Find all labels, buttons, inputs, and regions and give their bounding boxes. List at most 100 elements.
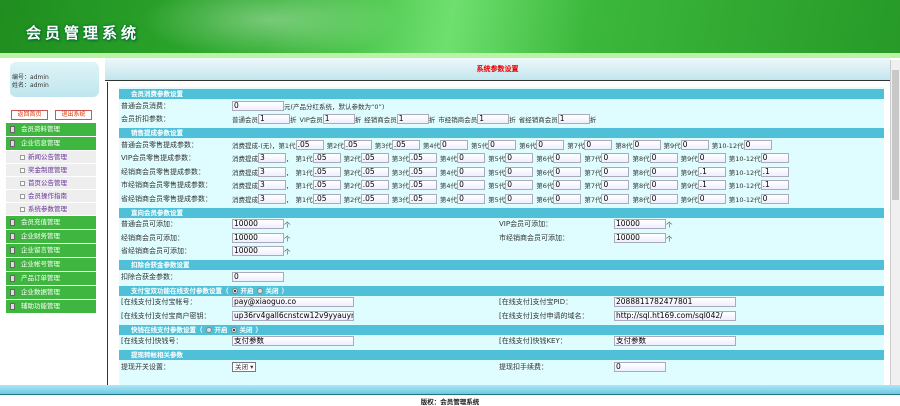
param-input[interactable]: 3 <box>258 193 286 204</box>
param-input[interactable]: 1 <box>557 114 590 125</box>
param-input[interactable]: .1 <box>760 166 789 177</box>
param-input[interactable]: 支付参数 <box>614 336 736 347</box>
param-input[interactable]: 0 <box>601 153 630 164</box>
sidebar-item[interactable]: 企业财务管理 <box>6 230 96 244</box>
param-input[interactable]: .05 <box>408 153 437 164</box>
param-input[interactable]: 0 <box>584 139 613 150</box>
withdraw-switch-select[interactable]: 关闭 ▾ <box>232 361 257 372</box>
param-input[interactable]: 0 <box>232 271 284 282</box>
param-input[interactable]: .05 <box>360 153 389 164</box>
param-input[interactable]: 0 <box>649 180 678 191</box>
param-input[interactable]: 0 <box>232 100 284 111</box>
param-input[interactable]: 0 <box>632 139 661 150</box>
param-input[interactable]: .05 <box>312 153 341 164</box>
field-prefix: 第4代 <box>439 195 458 204</box>
param-input[interactable]: 0 <box>601 193 630 204</box>
param-input[interactable]: 0 <box>505 153 534 164</box>
param-input[interactable]: .05 <box>360 193 389 204</box>
param-input[interactable]: 0 <box>553 153 582 164</box>
param-input[interactable]: .05 <box>312 193 341 204</box>
scrollbar[interactable] <box>890 60 900 385</box>
sidebar-item[interactable]: 会员充值管理 <box>6 216 96 230</box>
param-input[interactable]: 0 <box>505 180 534 191</box>
param-input[interactable]: 0 <box>439 139 468 150</box>
param-input[interactable]: 1 <box>477 114 510 125</box>
param-input[interactable]: 3 <box>258 153 286 164</box>
field-inputs: 关闭 ▾ <box>232 361 257 372</box>
param-input[interactable]: 0 <box>680 139 709 150</box>
param-input[interactable]: .05 <box>408 180 437 191</box>
param-input[interactable]: 10000 <box>614 219 666 230</box>
param-input[interactable]: http://sql.ht169.com/sql042/ <box>614 310 736 321</box>
param-input[interactable]: 0 <box>457 166 486 177</box>
param-input[interactable]: 0 <box>760 193 789 204</box>
radio-enable[interactable] <box>205 326 212 333</box>
param-input[interactable]: 0 <box>601 166 630 177</box>
param-input[interactable]: 1 <box>396 114 429 125</box>
param-input[interactable]: 0 <box>536 139 565 150</box>
param-input[interactable]: 0 <box>614 361 666 372</box>
sidebar-item[interactable]: 产品订单管理 <box>6 272 96 286</box>
sidebar-item[interactable]: 企业信息管理 <box>6 137 96 151</box>
param-input[interactable]: 10000 <box>232 232 284 243</box>
param-input[interactable]: 0 <box>760 153 789 164</box>
sidebar-item[interactable]: 企业数据管理 <box>6 286 96 300</box>
sidebar-subitem[interactable]: 新闻公告管理 <box>6 151 96 164</box>
param-input[interactable]: up36rv4gall6cnstcw12v9yyauym1609 <box>232 310 354 321</box>
param-input[interactable]: 1 <box>322 114 355 125</box>
param-input[interactable]: 0 <box>553 193 582 204</box>
sidebar-subitem[interactable]: 首页公告管理 <box>6 177 96 190</box>
param-input[interactable]: 0 <box>649 193 678 204</box>
sidebar-item[interactable]: 辅助功能管理 <box>6 300 96 314</box>
param-input[interactable]: 2088811782477801 <box>614 297 736 308</box>
param-input[interactable]: .05 <box>360 180 389 191</box>
param-input[interactable]: 0 <box>457 193 486 204</box>
param-input[interactable]: 0 <box>505 193 534 204</box>
param-input[interactable]: 3 <box>258 166 286 177</box>
sidebar-item[interactable]: 会员资料管理 <box>6 123 96 137</box>
param-input[interactable]: .05 <box>312 180 341 191</box>
logout-button[interactable]: 退出系统 <box>55 110 92 120</box>
param-input[interactable]: .05 <box>408 193 437 204</box>
field-group: 第8代 0 <box>632 180 678 191</box>
param-input[interactable]: 10000 <box>232 246 284 257</box>
param-input[interactable]: 0 <box>649 166 678 177</box>
sidebar-item[interactable]: 企业帐号管理 <box>6 258 96 272</box>
home-button[interactable]: 返回首页 <box>11 110 48 120</box>
param-input[interactable]: .05 <box>360 166 389 177</box>
param-input[interactable]: .1 <box>697 180 726 191</box>
param-input[interactable]: pay@xiaoguo.co <box>232 297 354 308</box>
param-input[interactable]: 0 <box>505 166 534 177</box>
param-input[interactable]: .1 <box>697 166 726 177</box>
param-input[interactable]: .05 <box>343 139 372 150</box>
param-input[interactable]: 10000 <box>232 219 284 230</box>
param-input[interactable]: 0 <box>457 153 486 164</box>
sidebar-subitem[interactable]: 会员操作指南 <box>6 190 96 203</box>
section-header: 直向会员参数设置 <box>119 207 884 218</box>
sidebar-subitem[interactable]: 奖金制度管理 <box>6 164 96 177</box>
param-input[interactable]: .05 <box>391 139 420 150</box>
radio-enable[interactable] <box>231 287 238 294</box>
param-input[interactable]: 0 <box>697 153 726 164</box>
param-input[interactable]: 0 <box>553 180 582 191</box>
param-input[interactable]: 0 <box>697 193 726 204</box>
sidebar-item[interactable]: 企业留言管理 <box>6 244 96 258</box>
sidebar-subitem[interactable]: 系统参数管理 <box>6 203 96 216</box>
param-input[interactable]: 0 <box>457 180 486 191</box>
param-input[interactable]: .05 <box>295 139 324 150</box>
param-input[interactable]: 0 <box>743 139 772 150</box>
param-input[interactable]: .1 <box>760 180 789 191</box>
param-input[interactable]: 支付参数 <box>232 336 354 347</box>
param-input[interactable]: .05 <box>408 166 437 177</box>
param-input[interactable]: 3 <box>258 180 286 191</box>
param-input[interactable]: 0 <box>488 139 517 150</box>
param-input[interactable]: 10000 <box>614 232 666 243</box>
radio-disable[interactable] <box>230 326 237 333</box>
scrollbar-thumb[interactable] <box>892 70 899 200</box>
param-input[interactable]: 0 <box>649 153 678 164</box>
param-input[interactable]: 0 <box>553 166 582 177</box>
param-input[interactable]: 0 <box>601 180 630 191</box>
param-input[interactable]: .05 <box>312 166 341 177</box>
radio-disable[interactable] <box>256 287 263 294</box>
param-input[interactable]: 1 <box>258 114 290 125</box>
